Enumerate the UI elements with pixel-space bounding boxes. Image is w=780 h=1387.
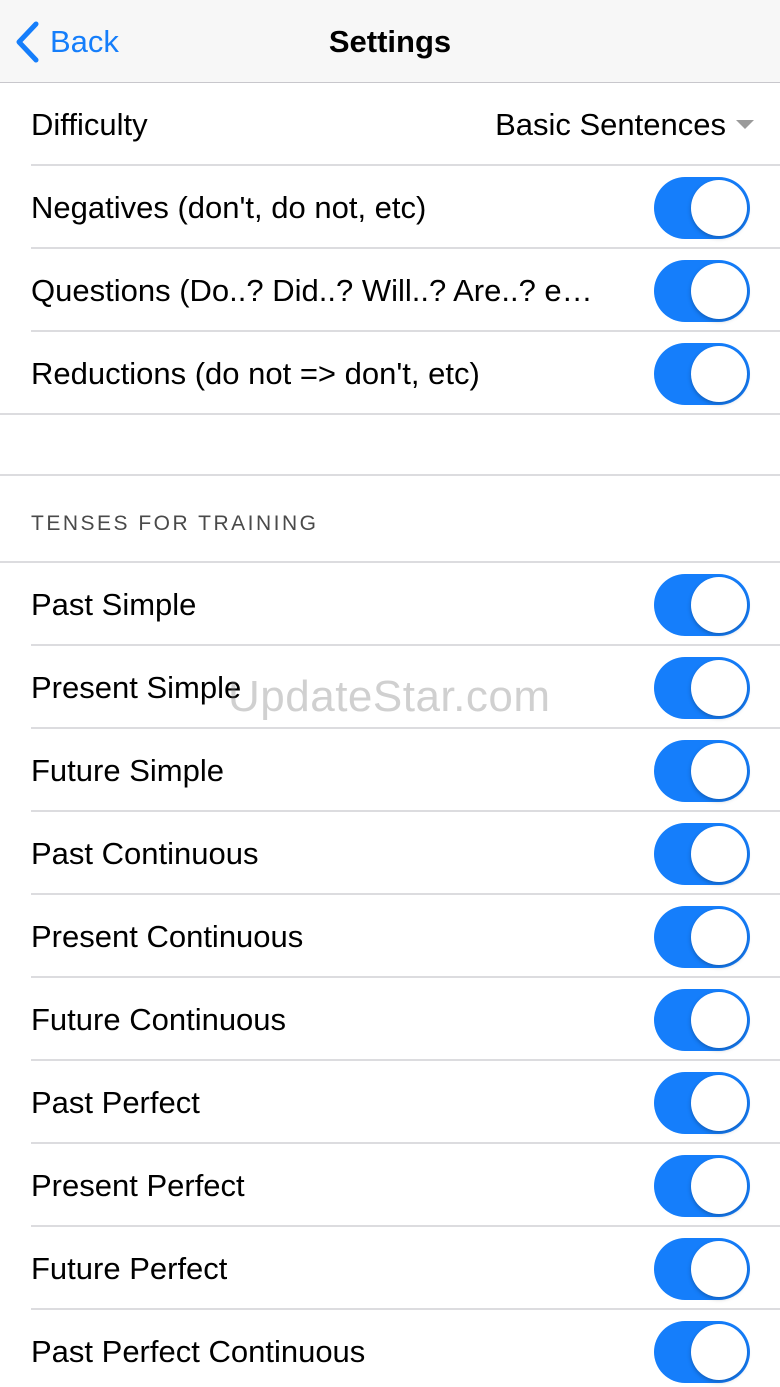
setting-label: Questions (Do..? Did..? Will..? Are..? e… (31, 272, 593, 308)
tense-row-future-simple: Future Simple (0, 729, 780, 812)
chevron-left-icon (16, 21, 39, 63)
past-perfect-continuous-toggle[interactable] (654, 1320, 750, 1383)
section-gap (0, 414, 780, 476)
past-perfect-toggle[interactable] (654, 1071, 750, 1134)
tense-row-past-perfect-continuous: Past Perfect Continuous (0, 1310, 780, 1387)
tense-row-future-perfect: Future Perfect (0, 1227, 780, 1310)
present-continuous-toggle[interactable] (654, 905, 750, 968)
navigation-bar: Back Settings (0, 0, 780, 83)
toggle-knob (691, 825, 747, 882)
past-simple-toggle[interactable] (654, 573, 750, 636)
questions-toggle[interactable] (654, 259, 750, 322)
tense-label: Future Continuous (31, 1001, 287, 1037)
tense-label: Past Continuous (31, 835, 259, 871)
tenses-section: Past Simple Present Simple Future Simple… (0, 563, 780, 1387)
back-button[interactable]: Back (14, 20, 119, 64)
reductions-toggle[interactable] (654, 342, 750, 405)
tense-label: Future Simple (31, 752, 224, 788)
toggle-knob (691, 345, 747, 402)
future-simple-toggle[interactable] (654, 739, 750, 802)
tense-label: Present Simple (31, 669, 242, 705)
toggle-knob (691, 659, 747, 716)
future-continuous-toggle[interactable] (654, 988, 750, 1051)
difficulty-value: Basic Sentences (495, 106, 726, 142)
toggle-knob (691, 262, 747, 319)
tense-label: Past Perfect (31, 1084, 200, 1120)
toggle-knob (691, 1323, 747, 1380)
caret-down-icon (736, 120, 754, 129)
past-continuous-toggle[interactable] (654, 822, 750, 885)
toggle-knob (691, 908, 747, 965)
setting-row-reductions: Reductions (do not => don't, etc) (0, 332, 780, 415)
present-perfect-toggle[interactable] (654, 1154, 750, 1217)
difficulty-label: Difficulty (31, 106, 148, 142)
tense-label: Past Perfect Continuous (31, 1333, 366, 1369)
tense-row-past-simple: Past Simple (0, 563, 780, 646)
future-perfect-toggle[interactable] (654, 1237, 750, 1300)
setting-row-negatives: Negatives (don't, do not, etc) (0, 166, 780, 249)
toggle-knob (691, 991, 747, 1048)
setting-label: Reductions (do not => don't, etc) (31, 355, 480, 391)
options-section: Difficulty Basic Sentences Negatives (do… (0, 83, 780, 415)
difficulty-row[interactable]: Difficulty Basic Sentences (0, 83, 780, 166)
present-simple-toggle[interactable] (654, 656, 750, 719)
tense-row-future-continuous: Future Continuous (0, 978, 780, 1061)
tense-label: Present Continuous (31, 918, 304, 954)
toggle-knob (691, 1157, 747, 1214)
back-label: Back (50, 24, 119, 59)
difficulty-select[interactable]: Basic Sentences (495, 83, 754, 166)
toggle-knob (691, 742, 747, 799)
negatives-toggle[interactable] (654, 176, 750, 239)
tense-label: Present Perfect (31, 1167, 245, 1203)
toggle-knob (691, 179, 747, 236)
tense-row-present-perfect: Present Perfect (0, 1144, 780, 1227)
tense-label: Future Perfect (31, 1250, 228, 1286)
setting-label: Negatives (don't, do not, etc) (31, 189, 427, 225)
toggle-knob (691, 576, 747, 633)
tense-row-present-simple: Present Simple (0, 646, 780, 729)
tense-row-present-continuous: Present Continuous (0, 895, 780, 978)
toggle-knob (691, 1074, 747, 1131)
toggle-knob (691, 1240, 747, 1297)
tense-row-past-continuous: Past Continuous (0, 812, 780, 895)
tense-row-past-perfect: Past Perfect (0, 1061, 780, 1144)
tense-label: Past Simple (31, 586, 197, 622)
setting-row-questions: Questions (Do..? Did..? Will..? Are..? e… (0, 249, 780, 332)
tenses-section-header: TENSES FOR TRAINING (31, 512, 319, 535)
